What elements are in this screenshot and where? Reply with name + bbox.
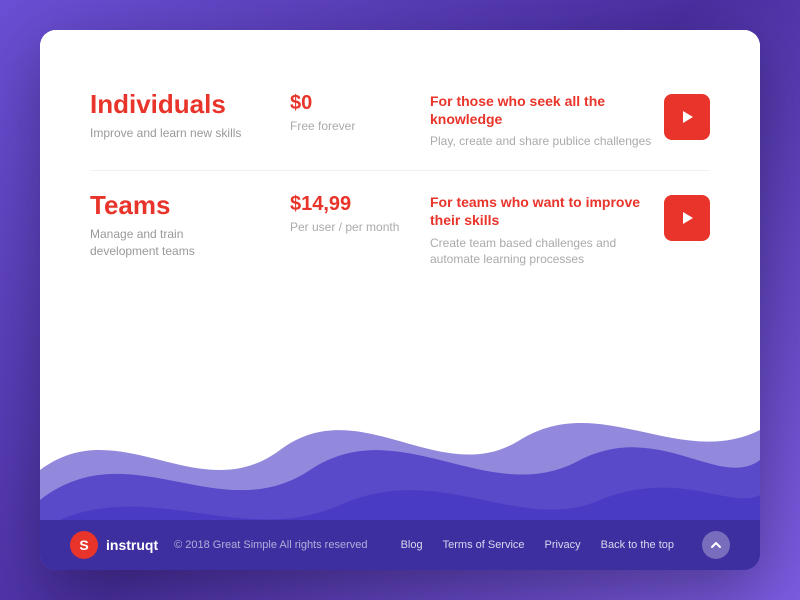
footer-link-tos[interactable]: Terms of Service bbox=[443, 539, 525, 551]
main-card: Individuals Improve and learn new skills… bbox=[40, 30, 760, 570]
logo-text: instruqt bbox=[106, 537, 158, 553]
plans-section: Individuals Improve and learn new skills… bbox=[40, 30, 760, 350]
footer-link-backtotop[interactable]: Back to the top bbox=[601, 539, 674, 551]
plan-row-teams: Teams Manage and traindevelopment teams … bbox=[90, 171, 710, 288]
logo: S instruqt bbox=[70, 531, 158, 559]
plan-desc-sub-teams: Create team based challenges and automat… bbox=[430, 235, 654, 269]
footer-link-blog[interactable]: Blog bbox=[401, 539, 423, 551]
plan-price-sub-teams: Per user / per month bbox=[290, 220, 430, 234]
plans-container: Individuals Improve and learn new skills… bbox=[90, 70, 710, 288]
plan-title-col-individuals: Individuals Improve and learn new skills bbox=[90, 90, 290, 141]
plan-desc-col-teams: For teams who want to improve their skil… bbox=[430, 191, 654, 268]
footer-links: Blog Terms of Service Privacy Back to th… bbox=[401, 531, 730, 559]
plan-price-teams: $14,99 bbox=[290, 193, 430, 216]
plan-desc-title-individuals: For those who seek all the knowledge bbox=[430, 92, 654, 128]
plan-subtitle-teams: Manage and traindevelopment teams bbox=[90, 226, 290, 260]
plan-btn-col-individuals bbox=[654, 90, 710, 140]
plan-desc-sub-individuals: Play, create and share publice challenge… bbox=[430, 133, 654, 150]
back-to-top-button[interactable] bbox=[702, 531, 730, 559]
play-button-teams[interactable] bbox=[664, 195, 710, 241]
plan-price-sub-individuals: Free forever bbox=[290, 119, 430, 133]
plan-row-individuals: Individuals Improve and learn new skills… bbox=[90, 70, 710, 171]
plan-title-teams: Teams bbox=[90, 191, 290, 220]
copyright: © 2018 Great Simple All rights reserved bbox=[174, 539, 367, 551]
plan-btn-col-teams bbox=[654, 191, 710, 241]
footer: S instruqt © 2018 Great Simple All right… bbox=[40, 520, 760, 570]
plan-price-individuals: $0 bbox=[290, 92, 430, 115]
plan-price-col-individuals: $0 Free forever bbox=[290, 90, 430, 133]
plan-desc-title-teams: For teams who want to improve their skil… bbox=[430, 193, 654, 229]
plan-subtitle-individuals: Improve and learn new skills bbox=[90, 125, 290, 142]
footer-link-privacy[interactable]: Privacy bbox=[545, 539, 581, 551]
plan-title-col-teams: Teams Manage and traindevelopment teams bbox=[90, 191, 290, 259]
plan-price-col-teams: $14,99 Per user / per month bbox=[290, 191, 430, 234]
logo-icon: S bbox=[70, 531, 98, 559]
plan-title-individuals: Individuals bbox=[90, 90, 290, 119]
plan-desc-col-individuals: For those who seek all the knowledge Pla… bbox=[430, 90, 654, 150]
play-button-individuals[interactable] bbox=[664, 94, 710, 140]
